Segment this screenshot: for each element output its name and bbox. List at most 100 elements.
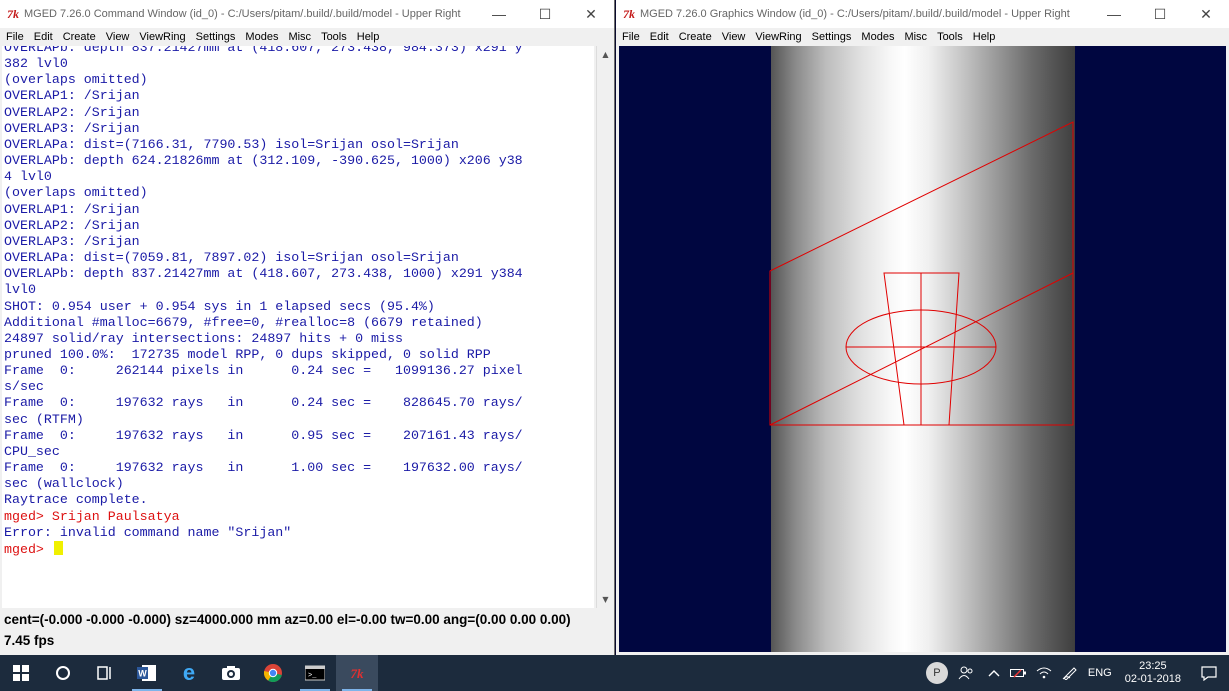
scroll-down-arrow-icon[interactable]: ▼ [597, 591, 614, 608]
cortana-search-button[interactable] [42, 655, 84, 691]
cortana-search-icon [56, 666, 70, 680]
clock-time: 23:25 [1139, 660, 1167, 672]
windows-start-button[interactable] [0, 655, 42, 691]
word-icon: W [137, 665, 156, 681]
task-view-button[interactable] [84, 655, 126, 691]
svg-text:e: e [183, 663, 195, 683]
command-window-titlebar[interactable]: 7k MGED 7.26.0 Command Window (id_0) - C… [0, 0, 614, 28]
console-line: OVERLAPb: depth 837.21427mm at (418.607,… [4, 266, 523, 282]
graphics-window-titlebar[interactable]: 7k MGED 7.26.0 Graphics Window (id_0) - … [616, 0, 1229, 28]
wireframe-overlay [769, 121, 1074, 426]
chrome-icon [263, 664, 282, 683]
language-indicator[interactable]: ENG [1083, 667, 1117, 679]
console-line: (overlaps omitted) [4, 185, 148, 201]
console-line: 382 lvl0 [4, 56, 68, 72]
menu-misc[interactable]: Misc [899, 31, 932, 43]
tk-app-icon: 7k [7, 6, 19, 21]
console-line: lvl0 [4, 282, 36, 298]
battery-icon[interactable] [1005, 668, 1031, 678]
console-line: Frame 0: 197632 rays in 0.24 sec = 82864… [4, 395, 523, 411]
menu-view[interactable]: View [101, 31, 135, 43]
console-line: CPU_sec [4, 443, 60, 459]
menu-help[interactable]: Help [352, 31, 385, 43]
console-line: OVERLAPb: depth 837.21427mm at (418.607,… [4, 46, 523, 55]
task-view-icon [97, 666, 111, 680]
menu-modes[interactable]: Modes [240, 31, 283, 43]
menu-settings[interactable]: Settings [807, 31, 857, 43]
camera-icon [222, 666, 240, 680]
mged-graphics-window[interactable]: 7k MGED 7.26.0 Graphics Window (id_0) - … [616, 0, 1229, 655]
close-button[interactable]: ✕ [1183, 0, 1229, 28]
graphics-viewport[interactable] [619, 46, 1226, 652]
menu-tools[interactable]: Tools [316, 31, 352, 43]
graphics-window-menubar: File Edit Create View ViewRing Settings … [616, 28, 1229, 45]
menu-viewring[interactable]: ViewRing [750, 31, 806, 43]
console-line: (overlaps omitted) [4, 72, 148, 88]
console-line: Raytrace complete. [4, 492, 148, 508]
maximize-button[interactable]: ☐ [1137, 0, 1183, 28]
wifi-icon[interactable] [1031, 667, 1057, 679]
console-line: OVERLAP1: /Srijan [4, 201, 140, 217]
console-line: mged> Srijan Paulsatya [4, 508, 180, 524]
console-line: OVERLAPa: dist=(7166.31, 7790.53) isol=S… [4, 136, 459, 152]
people-icon[interactable] [953, 666, 983, 680]
clock[interactable]: 23:25 02-01-2018 [1117, 660, 1189, 686]
menu-file[interactable]: File [0, 31, 29, 43]
tk-app-icon: 7k [623, 6, 635, 21]
svg-text:>_: >_ [308, 672, 317, 680]
menu-view[interactable]: View [717, 31, 751, 43]
menu-edit[interactable]: Edit [645, 31, 674, 43]
taskbar-word[interactable]: W [126, 655, 168, 691]
console-line: OVERLAPa: dist=(7059.81, 7897.02) isol=S… [4, 250, 459, 266]
taskbar-mged-tk[interactable]: 7k [336, 655, 378, 691]
avatar-letter: P [925, 662, 948, 684]
console-line: pruned 100.0%: 172735 model RPP, 0 dups … [4, 346, 491, 362]
user-avatar[interactable]: P [921, 662, 953, 684]
console-line: Error: invalid command name "Srijan" [4, 524, 292, 540]
menu-settings[interactable]: Settings [191, 31, 241, 43]
console-line: OVERLAPb: depth 624.21826mm at (312.109,… [4, 153, 523, 169]
taskbar-camera[interactable] [210, 655, 252, 691]
menu-viewring[interactable]: ViewRing [134, 31, 190, 43]
console-line: OVERLAP3: /Srijan [4, 233, 140, 249]
pen-ink-icon[interactable] [1057, 666, 1083, 680]
menu-modes[interactable]: Modes [856, 31, 899, 43]
menu-misc[interactable]: Misc [283, 31, 316, 43]
close-button[interactable]: ✕ [568, 0, 614, 28]
taskbar-chrome[interactable] [252, 655, 294, 691]
action-center-icon[interactable] [1189, 665, 1229, 681]
command-window-title: MGED 7.26.0 Command Window (id_0) - C:/U… [24, 8, 461, 20]
console-input-line[interactable]: mged> [4, 540, 594, 558]
console-line: s/sec [4, 379, 44, 395]
command-window-menubar: File Edit Create View ViewRing Settings … [0, 28, 614, 45]
mged-command-window[interactable]: 7k MGED 7.26.0 Command Window (id_0) - C… [0, 0, 615, 655]
console-line: sec (wallclock) [4, 476, 124, 492]
taskbar-cmd[interactable]: >_ [294, 655, 336, 691]
menu-edit[interactable]: Edit [29, 31, 58, 43]
console-line: Additional #malloc=6679, #free=0, #reall… [4, 314, 483, 330]
console-line: sec (RTFM) [4, 411, 84, 427]
taskbar-edge[interactable]: e [168, 655, 210, 691]
minimize-button[interactable]: — [1091, 0, 1137, 28]
menu-tools[interactable]: Tools [932, 31, 968, 43]
console-line: OVERLAP2: /Srijan [4, 217, 140, 233]
console-line: OVERLAP3: /Srijan [4, 120, 140, 136]
console-line: 4 lvl0 [4, 169, 52, 185]
svg-text:W: W [138, 669, 147, 679]
console-scrollbar[interactable]: ▲ ▼ [596, 46, 614, 608]
svg-text:7k: 7k [351, 666, 365, 681]
scroll-up-arrow-icon[interactable]: ▲ [597, 46, 614, 63]
menu-help[interactable]: Help [968, 31, 1001, 43]
clock-date: 02-01-2018 [1124, 673, 1181, 685]
menu-file[interactable]: File [616, 31, 645, 43]
console-line: 24897 solid/ray intersections: 24897 hit… [4, 330, 403, 346]
console-line: Frame 0: 197632 rays in 1.00 sec = 19763… [4, 460, 523, 476]
show-hidden-icons-chevron-up-icon[interactable] [983, 669, 1005, 677]
console-line: SHOT: 0.954 user + 0.954 sys in 1 elapse… [4, 298, 435, 314]
command-console[interactable]: OVERLAPb: depth 837.21427mm at (418.607,… [2, 46, 594, 608]
menu-create[interactable]: Create [674, 31, 717, 43]
menu-create[interactable]: Create [58, 31, 101, 43]
console-line: Frame 0: 197632 rays in 0.95 sec = 20716… [4, 427, 523, 443]
minimize-button[interactable]: — [476, 0, 522, 28]
maximize-button[interactable]: ☐ [522, 0, 568, 28]
